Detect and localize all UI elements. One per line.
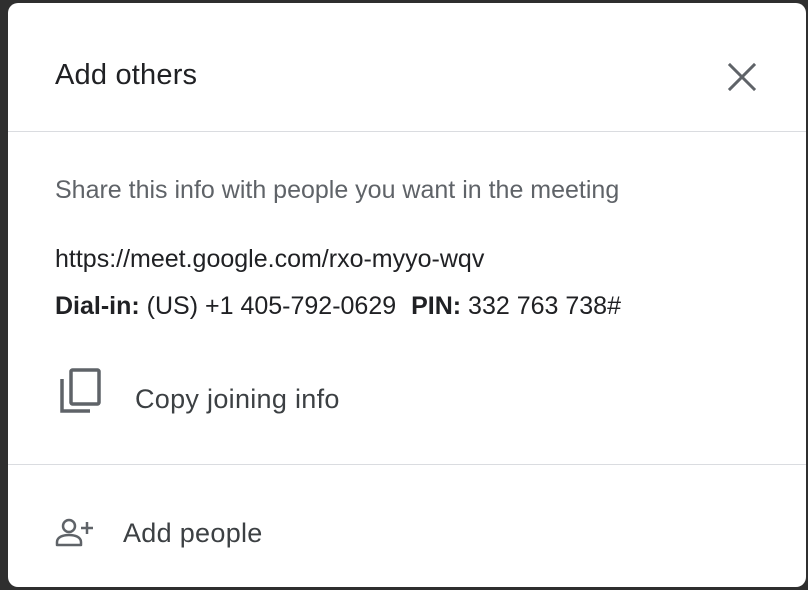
pin-value: 332 763 738# [468, 292, 621, 320]
person-add-icon [55, 518, 93, 547]
dial-in-label: Dial-in: [55, 292, 140, 320]
copy-icon [60, 368, 101, 413]
actions-divider [8, 464, 806, 465]
dial-in-number: (US) +1 405-792-0629 [146, 292, 397, 320]
dialog-title: Add others [55, 59, 198, 91]
close-button[interactable] [720, 55, 764, 99]
pin-label: PIN: [411, 292, 462, 320]
add-people-label: Add people [123, 518, 263, 548]
add-people-button[interactable]: Add people [48, 503, 408, 563]
dial-in-info: Dial-in: (US) +1 405-792-0629 PIN: 332 7… [55, 290, 621, 322]
copy-joining-info-button[interactable]: Copy joining info [48, 361, 468, 429]
dialog-header: Add others [8, 3, 806, 131]
add-others-dialog: Add others Share this info with people y… [8, 3, 806, 587]
header-divider [8, 131, 806, 132]
share-instruction: Share this info with people you want in … [55, 176, 620, 204]
close-icon [727, 62, 757, 92]
meeting-link: https://meet.google.com/rxo-myyo-wqv [55, 245, 485, 273]
copy-joining-info-label: Copy joining info [135, 384, 340, 414]
